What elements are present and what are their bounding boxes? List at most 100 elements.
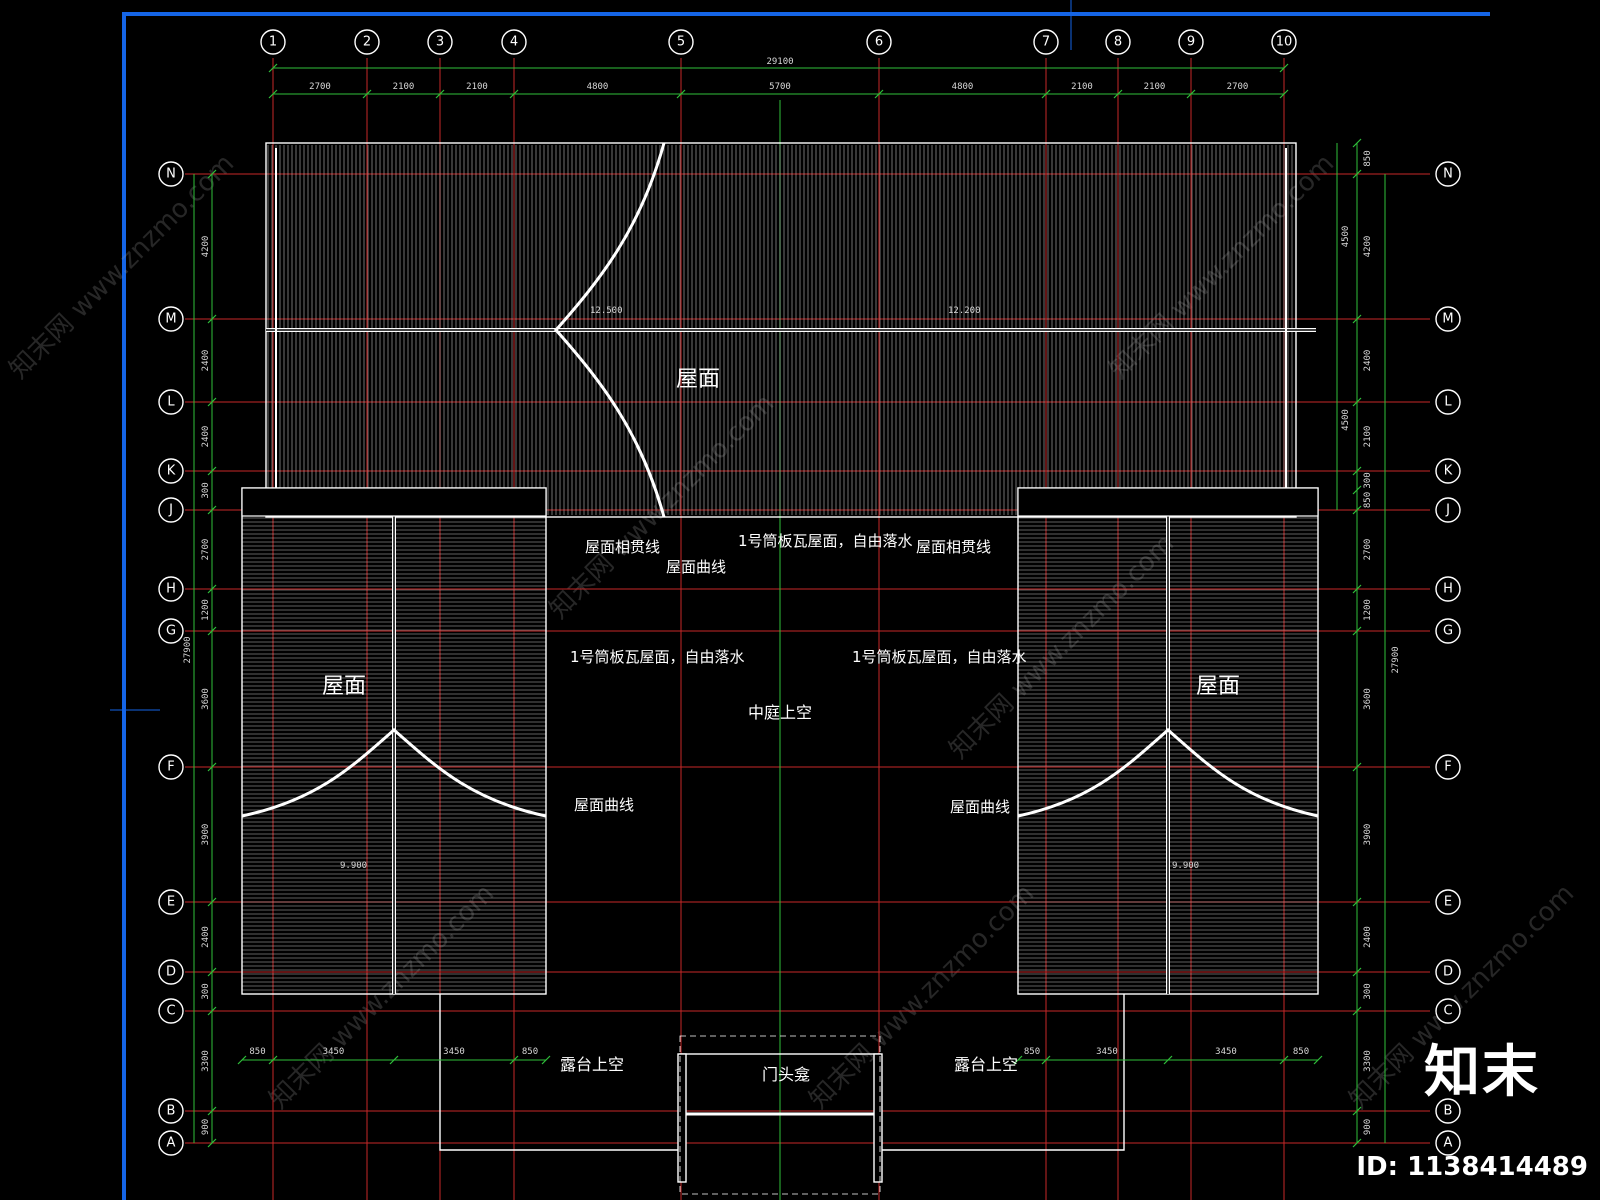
dim-bottom-right: 850 <box>1024 1047 1040 1057</box>
dim-top-span: 2100 <box>466 82 488 92</box>
axis-bubble-row-right: H <box>1435 576 1461 602</box>
axis-bubble-row-left-label: A <box>167 1136 176 1151</box>
dim-left-total: 27900 <box>183 636 193 663</box>
label-roof-right: 屋面 <box>1196 674 1240 699</box>
label-gate: 门头龛 <box>762 1065 810 1084</box>
axis-bubble-row-right: F <box>1435 754 1461 780</box>
axis-bubble-column-label: 9 <box>1187 35 1195 50</box>
dim-left-span: 2400 <box>201 426 211 448</box>
axis-bubble-row-left: G <box>158 618 184 644</box>
dim-top-span: 5700 <box>769 82 791 92</box>
axis-bubble-column-label: 7 <box>1042 35 1050 50</box>
dim-bottom-right: 850 <box>1293 1047 1309 1057</box>
dim-right-span: 3900 <box>1363 824 1373 846</box>
dim-top-span: 4800 <box>587 82 609 92</box>
dim-right-span: 3300 <box>1363 1050 1373 1072</box>
label-courtyard: 中庭上空 <box>748 703 812 722</box>
axis-bubble-row-right-label: N <box>1443 167 1453 182</box>
axis-bubble-column: 3 <box>427 29 453 55</box>
label-roof-curve-top: 屋面曲线 <box>666 558 726 576</box>
axis-bubble-column: 10 <box>1271 29 1297 55</box>
roof-right-junction <box>1017 487 1319 517</box>
dim-top-span: 2100 <box>1071 82 1093 92</box>
dim-right-total: 27900 <box>1391 646 1401 673</box>
dim-top-span: 2700 <box>1227 82 1249 92</box>
label-tile-note-left: 1号筒板瓦屋面，自由落水 <box>570 648 745 666</box>
axis-bubble-row-right-label: K <box>1444 464 1453 479</box>
gate-post-right <box>873 1053 883 1183</box>
axis-bubble-row-left: C <box>158 998 184 1024</box>
axis-bubble-row-left-label: D <box>166 965 176 980</box>
axis-bubble-row-right-label: A <box>1444 1136 1453 1151</box>
axis-bubble-row-right-label: G <box>1443 624 1453 639</box>
axis-bubble-row-right: J <box>1435 497 1461 523</box>
dim-left-span: 3300 <box>201 1050 211 1072</box>
dim-left-span: 4200 <box>201 236 211 258</box>
axis-bubble-column: 1 <box>260 29 286 55</box>
dim-right-span: 2400 <box>1363 350 1373 372</box>
dim-right-sub: 4500 <box>1341 409 1351 431</box>
axis-bubble-row-right-label: J <box>1445 503 1450 518</box>
label-tile-note-top: 1号筒板瓦屋面，自由落水 <box>738 532 913 550</box>
dim-right-span: 2400 <box>1363 926 1373 948</box>
dim-bottom-left: 850 <box>522 1047 538 1057</box>
axis-bubble-row-left-label: E <box>167 895 175 910</box>
axis-bubble-column: 9 <box>1178 29 1204 55</box>
dim-left-span: 3600 <box>201 688 211 710</box>
axis-bubble-column-label: 6 <box>875 35 883 50</box>
axis-bubble-row-left-label: K <box>167 464 176 479</box>
axis-bubble-column-label: 1 <box>269 35 277 50</box>
axis-bubble-row-right-label: E <box>1444 895 1452 910</box>
axis-bubble-row-right-label: F <box>1444 760 1451 775</box>
dim-bottom-left: 3450 <box>443 1047 465 1057</box>
label-roof-curve-right: 屋面曲线 <box>950 798 1010 816</box>
axis-bubble-row-right: N <box>1435 161 1461 187</box>
dim-right-span: 300 <box>1363 472 1373 488</box>
axis-bubble-row-right-label: C <box>1443 1004 1452 1019</box>
axis-bubble-row-left: N <box>158 161 184 187</box>
axis-bubble-column-label: 3 <box>436 35 444 50</box>
dim-top-span: 4800 <box>952 82 974 92</box>
axis-bubble-row-left: D <box>158 959 184 985</box>
axis-bubble-row-left-label: C <box>166 1004 175 1019</box>
axis-bubble-column: 2 <box>354 29 380 55</box>
label-roof-curve-left: 屋面曲线 <box>574 796 634 814</box>
axis-bubble-column-label: 4 <box>510 35 518 50</box>
axis-bubble-row-left: F <box>158 754 184 780</box>
label-roof-left: 屋面 <box>322 674 366 699</box>
dim-right-span: 4200 <box>1363 236 1373 258</box>
axis-bubble-row-left: A <box>158 1130 184 1156</box>
dim-right-span: 1200 <box>1363 599 1373 621</box>
dim-left-span: 2400 <box>201 926 211 948</box>
axis-bubble-column: 6 <box>866 29 892 55</box>
dim-left-span: 2700 <box>201 539 211 561</box>
axis-bubble-row-right: E <box>1435 889 1461 915</box>
axis-bubble-row-left-label: J <box>168 503 173 518</box>
elev-left: 9.900 <box>340 861 367 871</box>
axis-bubble-column-label: 5 <box>677 35 685 50</box>
axis-bubble-column: 5 <box>668 29 694 55</box>
axis-bubble-column-label: 8 <box>1114 35 1122 50</box>
axis-bubble-column: 7 <box>1033 29 1059 55</box>
dim-left-span: 300 <box>201 983 211 999</box>
axis-bubble-row-right: K <box>1435 458 1461 484</box>
label-roof-junction-right: 屋面相贯线 <box>916 538 991 556</box>
axis-bubble-row-left: L <box>158 389 184 415</box>
elev-top-left: 12.500 <box>590 306 623 316</box>
roof-plan-drawing: 知末网 www.znzmo.com 知末网 www.znzmo.com 知末网 … <box>0 0 1600 1200</box>
axis-bubble-row-right-label: L <box>1444 395 1452 410</box>
label-tile-note-right: 1号筒板瓦屋面，自由落水 <box>852 648 1027 666</box>
dim-left-span: 3900 <box>201 824 211 846</box>
label-roof-junction-left: 屋面相贯线 <box>585 538 660 556</box>
axis-bubble-row-left-label: L <box>167 395 175 410</box>
axis-bubble-column: 4 <box>501 29 527 55</box>
axis-bubble-row-right: L <box>1435 389 1461 415</box>
dim-top-span: 2100 <box>1144 82 1166 92</box>
dim-left-span: 2400 <box>201 350 211 372</box>
axis-bubble-row-left: H <box>158 576 184 602</box>
axis-bubble-column-label: 10 <box>1276 35 1293 50</box>
dim-top-span: 2700 <box>309 82 331 92</box>
axis-bubble-row-left: K <box>158 458 184 484</box>
image-id: ID: 1138414489 <box>1356 1152 1588 1182</box>
axis-bubble-row-right: G <box>1435 618 1461 644</box>
